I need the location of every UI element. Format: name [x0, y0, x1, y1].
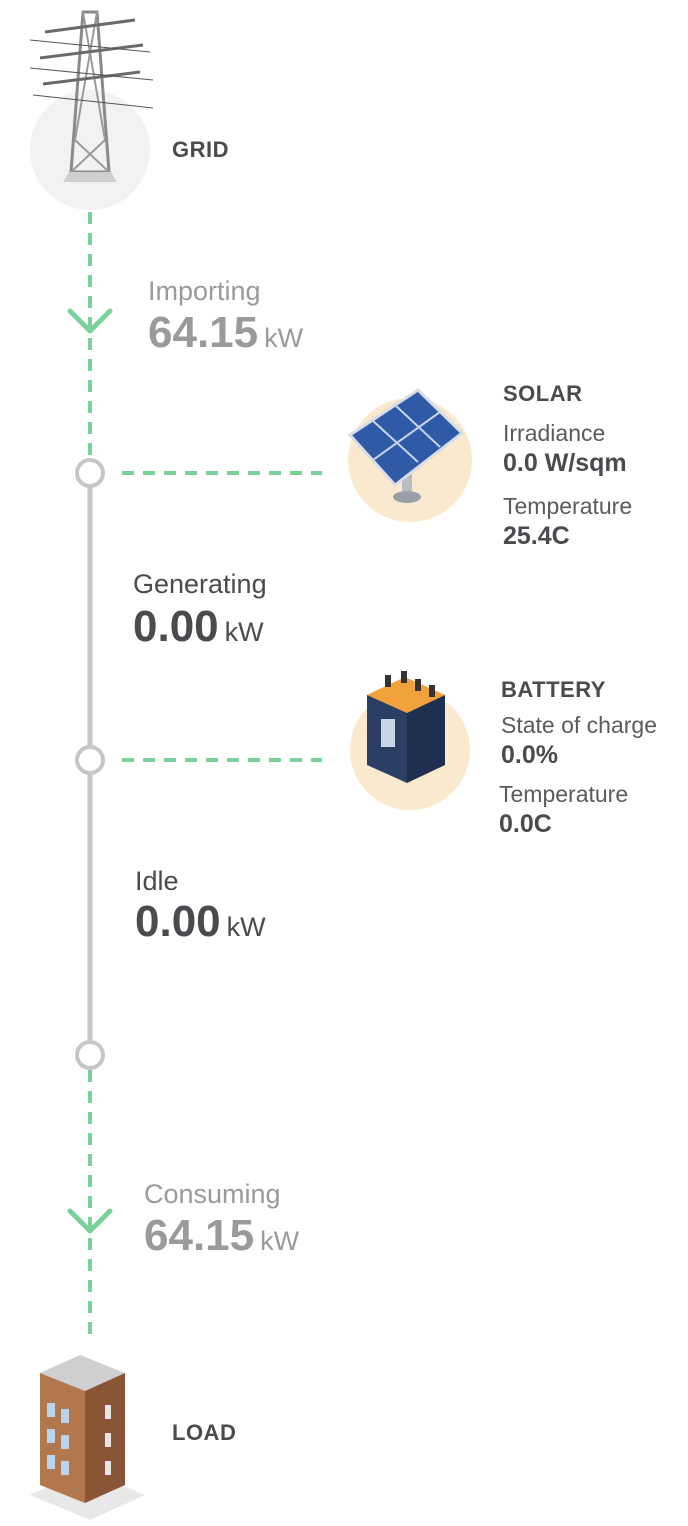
battery-junction-node [75, 745, 105, 775]
transmission-tower-icon [29, 10, 154, 210]
battery-title: BATTERY [501, 677, 606, 702]
consuming-unit: kW [260, 1226, 300, 1256]
consuming-label: Consuming [144, 1179, 281, 1209]
solar-junction-node [75, 458, 105, 488]
idle-value: 0.00 [135, 897, 221, 946]
battery-soc-label: State of charge [501, 712, 657, 738]
load-title: LOAD [172, 1420, 237, 1445]
consuming-value: 64.15 [144, 1211, 255, 1260]
building-icon [30, 1355, 145, 1520]
solar-temperature-value: 25.4C [503, 522, 570, 550]
solar-temperature-label: Temperature [503, 493, 633, 519]
grid-title: GRID [172, 137, 229, 162]
battery-temperature-value: 0.0C [499, 810, 552, 838]
load-junction-node [75, 1040, 105, 1070]
generating-value-row: 0.00 kW [133, 602, 264, 652]
importing-label: Importing [148, 276, 261, 306]
solar-title: SOLAR [503, 381, 583, 406]
flow-diagram [67, 212, 322, 1340]
idle-label: Idle [135, 866, 179, 896]
importing-value-row: 64.15 kW [148, 308, 303, 358]
generating-value: 0.00 [133, 602, 219, 651]
solar-panel-icon [347, 388, 472, 522]
battery-temperature-label: Temperature [499, 781, 629, 807]
solar-irradiance-label: Irradiance [503, 420, 606, 446]
consuming-value-row: 64.15 kW [144, 1211, 299, 1261]
idle-value-row: 0.00 kW [135, 897, 266, 947]
importing-unit: kW [264, 323, 304, 353]
importing-value: 64.15 [148, 308, 259, 357]
generating-label: Generating [133, 569, 267, 599]
solar-irradiance-value: 0.0 W/sqm [503, 449, 627, 477]
battery-soc-value: 0.0% [501, 741, 558, 769]
idle-unit: kW [226, 912, 266, 942]
generating-unit: kW [224, 617, 264, 647]
battery-icon [350, 671, 470, 810]
